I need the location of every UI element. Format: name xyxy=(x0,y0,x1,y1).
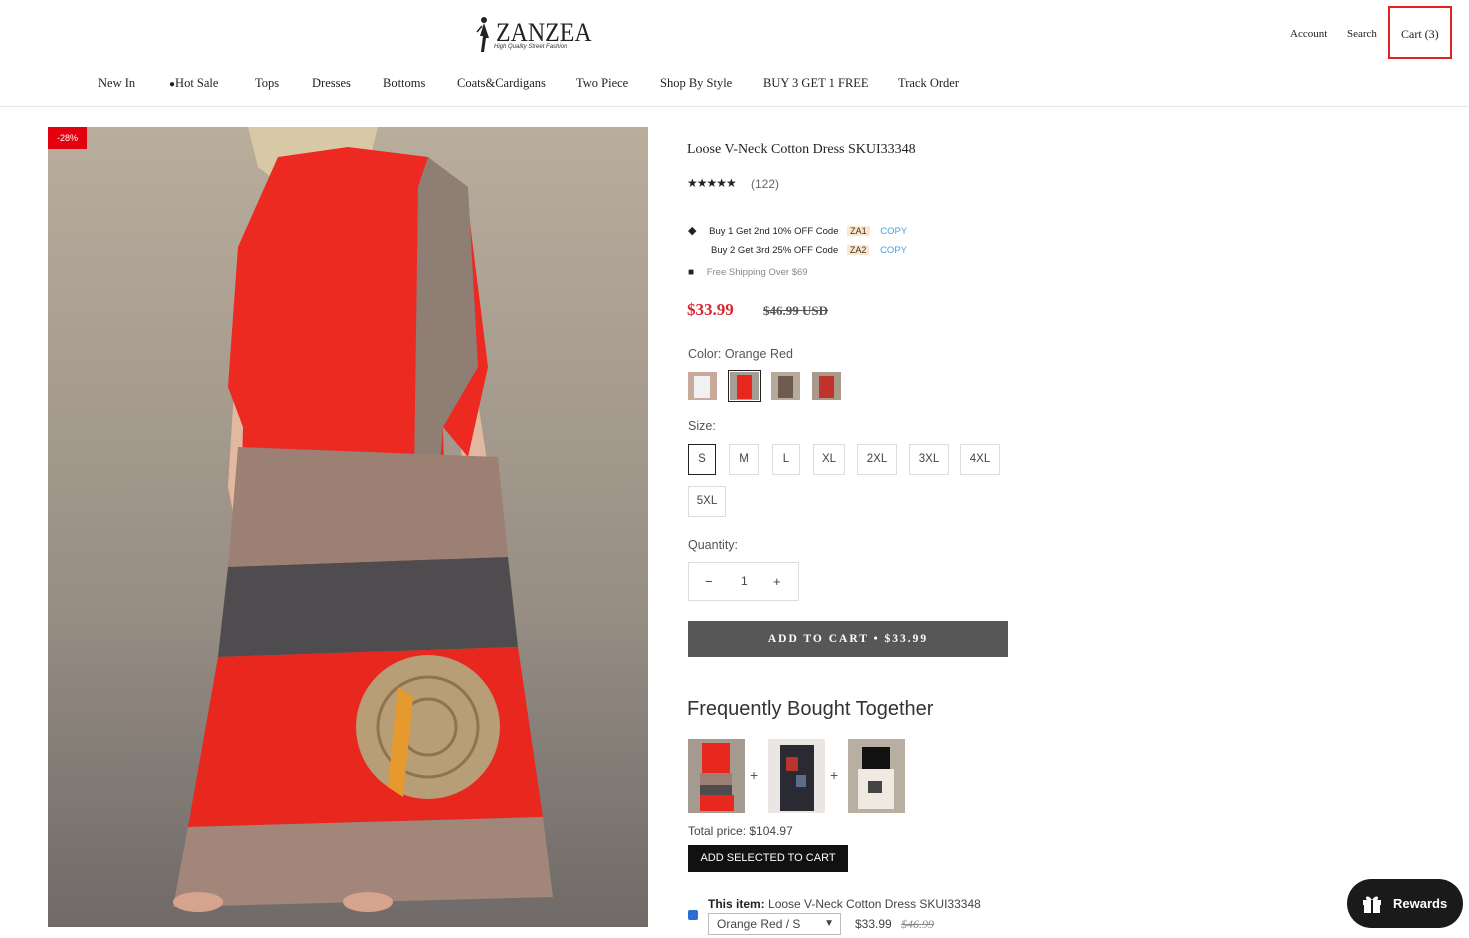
rating-stars[interactable]: ★★★★★ xyxy=(687,176,737,190)
logo[interactable]: ZANZEA High Quality Street Fashion xyxy=(474,14,592,56)
gift-icon xyxy=(1363,896,1381,913)
quantity-label: Quantity: xyxy=(688,538,739,552)
nav-item-shop-by-style[interactable]: Shop By Style xyxy=(660,76,732,91)
promo2-text: Buy 2 Get 3rd 25% OFF Code xyxy=(711,245,839,256)
size-option-l[interactable]: L xyxy=(772,444,800,475)
size-option-4xl[interactable]: 4XL xyxy=(960,444,1000,475)
discount-badge: -28% xyxy=(48,127,87,149)
price: $33.99 xyxy=(687,300,734,319)
size-label: Size: xyxy=(688,419,716,433)
fbt-plus-2: + xyxy=(830,767,839,783)
size-option-m[interactable]: M xyxy=(729,444,759,475)
size-option-5xl[interactable]: 5XL xyxy=(688,486,726,517)
nav-item-two-piece[interactable]: Two Piece xyxy=(576,76,628,91)
this-item-compare-price: $46.99 xyxy=(901,917,934,931)
nav-item-bottoms[interactable]: Bottoms xyxy=(383,76,425,91)
tag-icon: ◆ xyxy=(688,225,697,237)
fbt-title: Frequently Bought Together xyxy=(687,698,934,720)
fbt-product-1[interactable] xyxy=(688,739,745,813)
product-image[interactable] xyxy=(48,127,648,927)
logo-figure-icon xyxy=(476,17,489,52)
promo2-copy-button[interactable]: COPY xyxy=(880,245,907,256)
search-link[interactable]: Search xyxy=(1347,28,1377,40)
promo2-code: ZA2 xyxy=(846,245,870,255)
fbt-product-2[interactable] xyxy=(768,739,825,813)
nav-item-dresses[interactable]: Dresses xyxy=(312,76,351,91)
main-nav: New In ●Hot Sale Tops Dresses Bottoms Co… xyxy=(0,76,1469,96)
this-item-name: Loose V-Neck Cotton Dress SKUI33348 xyxy=(768,897,981,911)
this-item-line: This item: Loose V-Neck Cotton Dress SKU… xyxy=(708,897,981,911)
nav-item-tops[interactable]: Tops xyxy=(255,76,279,91)
color-swatch-4[interactable] xyxy=(812,372,841,400)
size-option-s[interactable]: S xyxy=(688,444,716,475)
truck-icon: ■ xyxy=(688,267,695,278)
qty-increase-button[interactable]: + xyxy=(773,574,781,589)
account-link[interactable]: Account xyxy=(1290,28,1327,40)
quantity-stepper: − 1 + xyxy=(688,562,799,601)
product-photo xyxy=(48,127,648,927)
color-swatch-orange-red[interactable] xyxy=(728,370,761,402)
nav-item-track-order[interactable]: Track Order xyxy=(898,76,959,91)
logo-subtitle: High Quality Street Fashion xyxy=(494,44,568,50)
add-to-cart-button[interactable]: ADD TO CART • $33.99 xyxy=(688,621,1008,657)
nav-item-hot-sale-label: Hot Sale xyxy=(175,76,219,90)
nav-item-new-in[interactable]: New In xyxy=(98,76,135,91)
color-label: Color: Orange Red xyxy=(688,347,793,361)
this-item-price: $33.99 xyxy=(855,917,892,931)
fbt-total-price: Total price: $104.97 xyxy=(688,824,793,838)
nav-item-buy3get1[interactable]: BUY 3 GET 1 FREE xyxy=(763,76,869,91)
chevron-down-icon: ▼ xyxy=(824,918,834,929)
header-divider xyxy=(0,106,1469,107)
fbt-plus-1: + xyxy=(750,767,759,783)
nav-item-coats-cardigans[interactable]: Coats&Cardigans xyxy=(457,76,546,91)
rewards-button[interactable]: Rewards xyxy=(1347,879,1463,928)
promo-line-1: ◆ Buy 1 Get 2nd 10% OFF Code ZA1 COPY xyxy=(688,224,907,237)
size-option-3xl[interactable]: 3XL xyxy=(909,444,949,475)
nav-item-hot-sale[interactable]: ●Hot Sale xyxy=(169,76,218,91)
compare-price: $46.99 USD xyxy=(763,303,829,318)
size-option-2xl[interactable]: 2XL xyxy=(857,444,897,475)
fbt-product-3[interactable] xyxy=(848,739,905,813)
color-swatch-1[interactable] xyxy=(688,372,717,400)
variant-value: Orange Red / S xyxy=(717,917,801,931)
qty-decrease-button[interactable]: − xyxy=(705,574,713,589)
color-swatch-3[interactable] xyxy=(771,372,800,400)
size-option-xl[interactable]: XL xyxy=(813,444,845,475)
this-item-label: This item: xyxy=(708,897,765,911)
promo1-copy-button[interactable]: COPY xyxy=(880,226,907,237)
promo1-text: Buy 1 Get 2nd 10% OFF Code xyxy=(709,226,839,237)
shipping-line: ■ Free Shipping Over $69 xyxy=(688,267,808,278)
promo1-code: ZA1 xyxy=(847,226,870,236)
promo-line-2: Buy 2 Get 3rd 25% OFF Code ZA2 COPY xyxy=(711,245,907,256)
product-title: Loose V-Neck Cotton Dress SKUI33348 xyxy=(687,142,916,157)
add-selected-to-cart-button[interactable]: ADD SELECTED TO CART xyxy=(688,845,848,872)
variant-select[interactable]: Orange Red / S ▼ xyxy=(708,913,841,935)
rewards-label: Rewards xyxy=(1393,896,1448,911)
cart-link[interactable]: Cart (3) xyxy=(1401,27,1439,42)
review-count[interactable]: (122) xyxy=(751,177,779,191)
this-item-checkbox[interactable] xyxy=(688,910,698,920)
shipping-text: Free Shipping Over $69 xyxy=(706,267,808,278)
qty-value[interactable]: 1 xyxy=(741,574,748,588)
